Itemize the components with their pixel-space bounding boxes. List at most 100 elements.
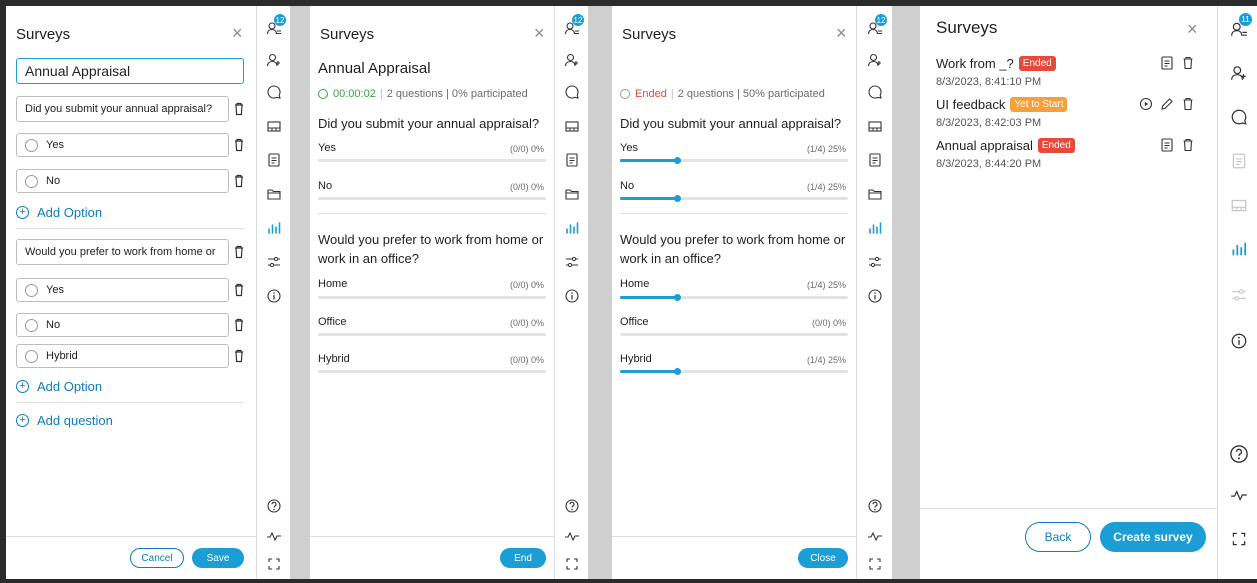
folder-icon[interactable] (266, 186, 282, 202)
play-icon[interactable] (1139, 97, 1153, 111)
footer-divider (6, 536, 256, 537)
option-count: (0/0) 0% (509, 318, 544, 328)
cancel-button[interactable]: Cancel (130, 548, 184, 568)
radio-icon (25, 318, 38, 332)
survey-chart-icon[interactable] (1230, 240, 1248, 258)
trash-icon[interactable] (233, 245, 245, 259)
divider (318, 213, 546, 214)
back-button[interactable]: Back (1025, 522, 1091, 552)
trash-icon[interactable] (1181, 97, 1195, 111)
add-user-icon[interactable] (564, 52, 580, 68)
add-question-button[interactable]: + Add question (16, 413, 113, 428)
notes-icon[interactable] (564, 152, 580, 168)
add-user-icon[interactable] (266, 52, 282, 68)
option-input-yes[interactable]: Yes (16, 278, 229, 302)
result-bar-fill (620, 197, 677, 200)
fullscreen-icon[interactable] (867, 556, 883, 572)
close-icon[interactable]: × (1187, 20, 1198, 38)
activity-icon[interactable] (867, 528, 883, 544)
option-input-no[interactable]: No (16, 169, 229, 193)
info-icon[interactable] (867, 288, 883, 304)
option-count: (0/0) 0% (811, 318, 846, 328)
add-option-button[interactable]: + Add Option (16, 205, 102, 220)
chat-icon[interactable] (266, 84, 282, 100)
fullscreen-icon[interactable] (266, 556, 282, 572)
notes-icon[interactable] (867, 152, 883, 168)
folder-icon[interactable] (564, 186, 580, 202)
option-input-yes[interactable]: Yes (16, 133, 229, 157)
chat-icon[interactable] (1230, 108, 1248, 126)
info-icon[interactable] (1230, 332, 1248, 350)
question-input-1[interactable]: Did you submit your annual appraisal? (16, 96, 229, 122)
close-icon[interactable]: × (534, 24, 545, 42)
fullscreen-icon[interactable] (564, 556, 580, 572)
help-icon[interactable] (564, 498, 580, 514)
survey-title-input[interactable]: Annual Appraisal (16, 58, 244, 84)
result-bar (318, 197, 546, 200)
trash-icon[interactable] (1181, 138, 1195, 152)
settings-sliders-icon[interactable] (266, 254, 282, 270)
end-survey-button[interactable]: End (500, 548, 546, 568)
plus-icon: + (16, 414, 29, 427)
settings-sliders-icon[interactable] (867, 254, 883, 270)
side-rail: 11 (1217, 6, 1257, 579)
option-input-no[interactable]: No (16, 313, 229, 337)
option-input-hybrid[interactable]: Hybrid (16, 344, 229, 368)
divider (16, 228, 244, 229)
option-label: Yes (620, 142, 638, 154)
footer-divider (612, 536, 856, 537)
result-bar (620, 294, 848, 301)
trash-icon[interactable] (233, 174, 245, 188)
activity-icon[interactable] (266, 528, 282, 544)
layout-icon[interactable] (266, 118, 282, 134)
edit-icon[interactable] (1160, 97, 1174, 111)
panel-gap (588, 6, 612, 579)
report-icon[interactable] (1160, 138, 1174, 152)
survey-item-name[interactable]: Annual appraisal Ended (936, 138, 1075, 153)
trash-icon[interactable] (233, 318, 245, 332)
notes-icon[interactable] (266, 152, 282, 168)
footer-divider (310, 536, 554, 537)
help-icon[interactable] (266, 498, 282, 514)
plus-icon: + (16, 380, 29, 393)
add-user-icon[interactable] (867, 52, 883, 68)
trash-icon[interactable] (233, 102, 245, 116)
panel-title: Surveys (320, 26, 375, 43)
help-icon[interactable] (1229, 444, 1249, 464)
survey-chart-icon[interactable] (266, 220, 282, 236)
activity-icon[interactable] (1230, 486, 1248, 504)
chat-icon[interactable] (564, 84, 580, 100)
layout-icon[interactable] (867, 118, 883, 134)
activity-icon[interactable] (564, 528, 580, 544)
option-count: (1/4) 25% (806, 144, 846, 154)
trash-icon[interactable] (233, 138, 245, 152)
help-icon[interactable] (867, 498, 883, 514)
panel-gap (290, 6, 310, 579)
survey-chart-icon[interactable] (564, 220, 580, 236)
result-bar-fill (620, 370, 677, 373)
info-icon[interactable] (266, 288, 282, 304)
close-icon[interactable]: × (232, 24, 243, 42)
report-icon[interactable] (1160, 56, 1174, 70)
add-option-button[interactable]: + Add Option (16, 379, 102, 394)
chat-icon[interactable] (867, 84, 883, 100)
question-input-2[interactable]: Would you prefer to work from home or (16, 239, 229, 265)
close-icon[interactable]: × (836, 24, 847, 42)
fullscreen-icon[interactable] (1230, 530, 1248, 548)
side-rail: 12 (856, 6, 892, 579)
survey-item-name[interactable]: UI feedback Yet to Start (936, 97, 1068, 112)
folder-icon[interactable] (867, 186, 883, 202)
layout-icon[interactable] (564, 118, 580, 134)
add-user-icon[interactable] (1230, 64, 1248, 82)
save-button[interactable]: Save (192, 548, 244, 568)
trash-icon[interactable] (233, 283, 245, 297)
create-survey-button[interactable]: Create survey (1100, 522, 1206, 552)
survey-item-name[interactable]: Work from _? Ended (936, 56, 1056, 71)
info-icon[interactable] (564, 288, 580, 304)
trash-icon[interactable] (233, 349, 245, 363)
option-label: Hybrid (318, 353, 350, 365)
close-survey-button[interactable]: Close (798, 548, 848, 568)
survey-chart-icon[interactable] (867, 220, 883, 236)
settings-sliders-icon[interactable] (564, 254, 580, 270)
trash-icon[interactable] (1181, 56, 1195, 70)
